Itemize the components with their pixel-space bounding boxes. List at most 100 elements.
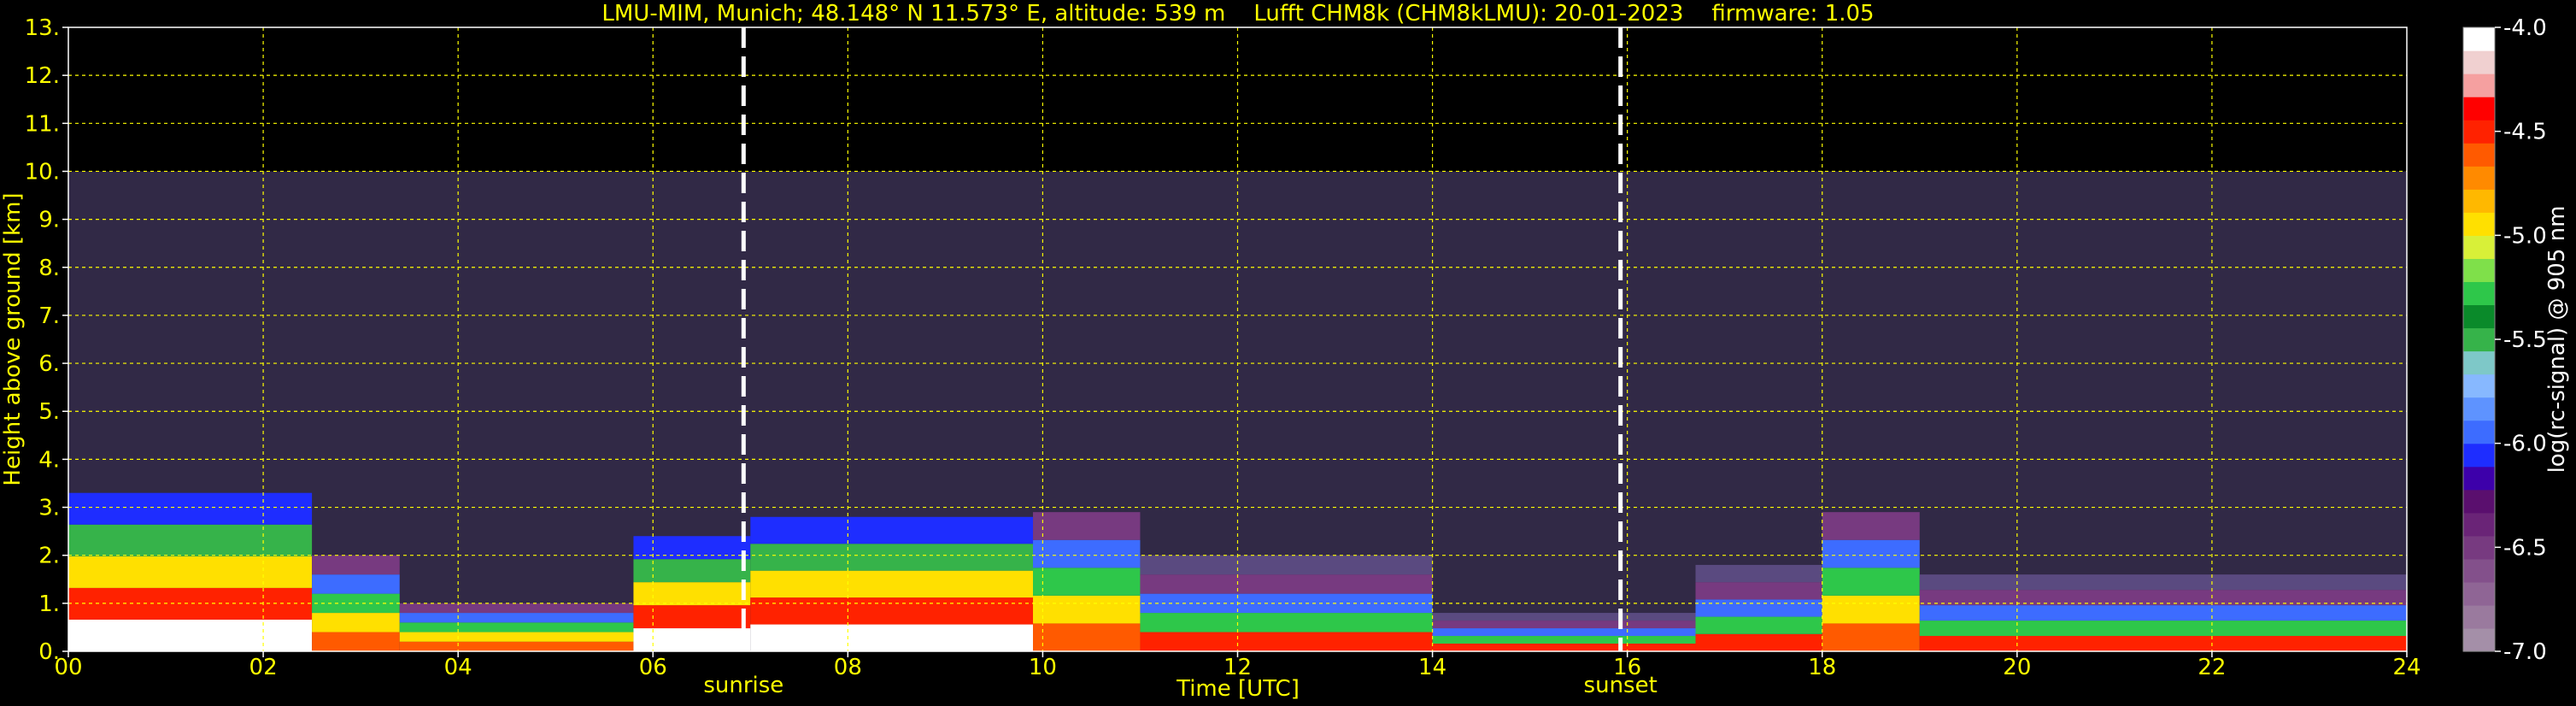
x-tick-label: 02 (249, 655, 278, 680)
backscatter-layer (633, 605, 751, 629)
colorbar-segment (2463, 120, 2495, 144)
backscatter-layer (399, 603, 634, 614)
backscatter-layer (68, 492, 313, 525)
backscatter-layer (1033, 623, 1141, 651)
colorbar-tick-label: -4.0 (2503, 15, 2547, 41)
colorbar-segment (2463, 97, 2495, 121)
backscatter-layer (1033, 512, 1141, 540)
y-tick-label: 8. (38, 256, 60, 281)
colorbar-segment (2463, 74, 2495, 97)
backscatter-layer (1822, 595, 1920, 624)
backscatter-layer (1822, 568, 1920, 596)
backscatter-layer (1695, 599, 1822, 617)
colorbar-segment (2463, 581, 2495, 606)
backscatter-layer (68, 619, 313, 651)
colorbar-segment (2463, 374, 2495, 398)
x-axis-label: Time [UTC] (1176, 676, 1300, 702)
x-tick-label: 18 (1808, 655, 1836, 680)
y-axis-label: Height above ground [km] (0, 192, 26, 485)
backscatter-layer (633, 559, 751, 583)
backscatter-layer (312, 574, 400, 594)
backscatter-layer (1432, 613, 1696, 621)
y-tick-label: 4. (38, 447, 60, 473)
colorbar-tick-label: -7.0 (2503, 639, 2547, 665)
x-tick-label: 24 (2392, 655, 2421, 680)
backscatter-segment-7 (1432, 613, 1696, 651)
y-tick-label: 10. (25, 159, 60, 185)
backscatter-layer (1033, 568, 1141, 596)
colorbar-segment (2463, 50, 2495, 74)
x-tick-label: 16 (1613, 655, 1641, 680)
backscatter-segment-10 (1919, 574, 2407, 651)
plot-area: sunrise sunset (67, 26, 2408, 698)
backscatter-layer (1919, 621, 2407, 637)
x-tick-label: 06 (639, 655, 667, 680)
backscatter-layer (399, 632, 634, 642)
backscatter-layer (1919, 636, 2407, 651)
colorbar-segment (2463, 535, 2495, 560)
y-tick-label: 5. (38, 399, 60, 425)
backscatter-layer (750, 544, 1034, 571)
colorbar-segment (2463, 166, 2495, 190)
backscatter-layer (633, 582, 751, 606)
chart-title: LMU-MIM, Munich; 48.148° N 11.573° E, al… (601, 1, 1874, 26)
colorbar-segment (2463, 235, 2495, 259)
colorbar-segment (2463, 558, 2495, 583)
backscatter-segment-2 (399, 603, 634, 651)
colorbar-segment (2463, 627, 2495, 652)
colorbar-segment (2463, 258, 2495, 283)
colorbar-segment (2463, 604, 2495, 629)
backscatter-layer (1822, 512, 1920, 540)
x-tick-label: 10 (1029, 655, 1057, 680)
ceilometer-chart: LMU-MIM, Munich; 48.148° N 11.573° E, al… (0, 0, 2576, 706)
backscatter-segment-4 (750, 516, 1034, 651)
backscatter-layer (1919, 574, 2407, 591)
y-tick-label: 3. (38, 496, 60, 521)
x-tick-label: 22 (2198, 655, 2226, 680)
colorbar-segment (2463, 420, 2495, 444)
y-tick-label: 12. (25, 63, 60, 89)
colorbar-segment (2463, 304, 2495, 329)
y-tick-label: 9. (38, 208, 60, 233)
backscatter-segment-8 (1695, 564, 1822, 651)
sunrise-label: sunrise (703, 673, 783, 698)
colorbar-segment (2463, 212, 2495, 236)
backscatter-layer (312, 613, 400, 632)
backscatter-layer (750, 516, 1034, 544)
backscatter-layer (399, 641, 634, 651)
backscatter-layer (1432, 644, 1696, 651)
colorbar-tick-label: -4.5 (2503, 120, 2547, 145)
y-tick-label: 7. (38, 303, 60, 329)
colorbar-tick-label: -5.0 (2503, 223, 2547, 249)
colorbar-segment (2463, 489, 2495, 514)
x-tick-label: 14 (1418, 655, 1446, 680)
backscatter-layer (1695, 564, 1822, 583)
backscatter-layer (68, 524, 313, 556)
y-tick-label: 13. (25, 15, 60, 41)
x-tick-label: 04 (444, 655, 472, 680)
backscatter-layer (1695, 582, 1822, 600)
backscatter-layer (399, 622, 634, 632)
y-tick-label: 1. (38, 591, 60, 617)
colorbar-segment (2463, 397, 2495, 421)
x-tick-label: 20 (2003, 655, 2031, 680)
backscatter-layer (1140, 632, 1433, 651)
backscatter-layer (1432, 636, 1696, 644)
backscatter-layer (1919, 605, 2407, 621)
colorbar-label: log(rc-signal) @ 905 nm (2544, 206, 2570, 474)
backscatter-layer (1140, 555, 1433, 575)
backscatter-segment-0 (68, 492, 313, 651)
backscatter-layer (1432, 628, 1696, 637)
backscatter-layer (633, 628, 751, 651)
y-tick-label: 11. (25, 111, 60, 137)
x-tick-label: 00 (54, 655, 82, 680)
backscatter-layer (1695, 616, 1822, 634)
backscatter-layer (1033, 539, 1141, 568)
colorbar-segments (2463, 27, 2495, 652)
y-tick-label: 2. (38, 544, 60, 569)
backscatter-layer (750, 597, 1034, 625)
backscatter-layer (1822, 623, 1920, 651)
backscatter-layer (1432, 621, 1696, 629)
backscatter-layer (68, 556, 313, 588)
colorbar-tick-label: -6.5 (2503, 535, 2547, 561)
